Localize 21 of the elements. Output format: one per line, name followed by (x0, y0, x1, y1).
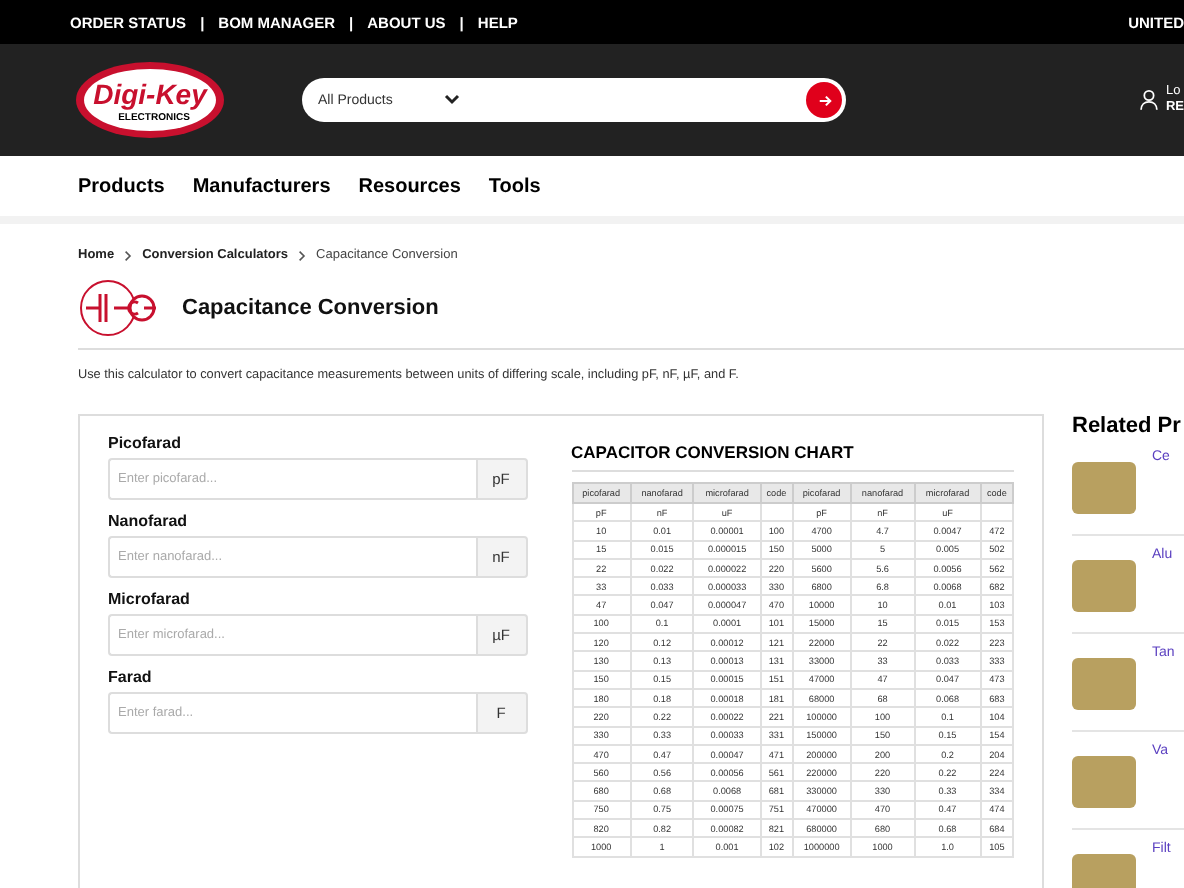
field-label: Nanofarad (108, 512, 190, 530)
nav-item[interactable]: Tools (488, 175, 541, 197)
photo-placeholder (1072, 756, 1136, 808)
arrow-icon (817, 93, 831, 107)
section-title: Related Pr (1072, 414, 1183, 438)
nav-item[interactable]: Manufacturers (192, 175, 331, 197)
chevron-icon (124, 249, 133, 261)
field-label: Microfarad (108, 590, 192, 608)
nav-item[interactable]: Products (78, 175, 165, 197)
user-icon[interactable] (1140, 88, 1158, 112)
photo-placeholder (1072, 560, 1136, 612)
photo-placeholder (1072, 658, 1136, 710)
photo-placeholder (1072, 462, 1136, 514)
chart-title: CAPACITOR CONVERSION CHART (571, 442, 1014, 472)
nav-item[interactable]: Resources (358, 175, 461, 197)
search-button[interactable] (806, 82, 842, 118)
field-label: Farad (108, 668, 154, 686)
chevron-icon (444, 94, 461, 106)
field-label: Picofarad (108, 434, 183, 452)
page-title: Capacitance Conversion (182, 296, 439, 320)
chevron-icon (298, 249, 307, 261)
